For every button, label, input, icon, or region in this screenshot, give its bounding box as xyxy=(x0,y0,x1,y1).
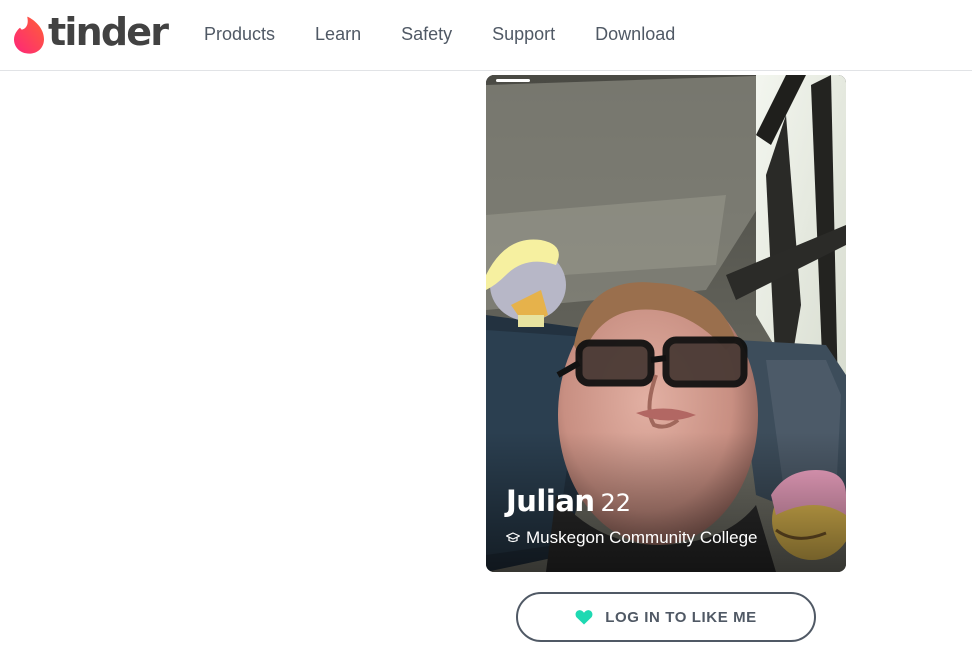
nav-products[interactable]: Products xyxy=(204,24,275,45)
nav-support[interactable]: Support xyxy=(492,24,555,45)
heart-icon xyxy=(575,610,593,625)
brand-wordmark: tinder xyxy=(48,10,169,54)
login-to-like-button[interactable]: LOG IN TO LIKE ME xyxy=(516,592,816,642)
nav-download[interactable]: Download xyxy=(595,24,675,45)
site-header: tinder Products Learn Safety Support Dow… xyxy=(0,0,972,71)
photo-progress-indicator xyxy=(496,79,530,82)
login-button-label: LOG IN TO LIKE ME xyxy=(605,608,757,626)
profile-school-row: Muskegon Community College xyxy=(506,528,758,548)
profile-name: Julian xyxy=(506,484,595,518)
profile-name-row: Julian 22 xyxy=(506,484,631,518)
graduation-cap-icon xyxy=(506,532,520,543)
main-nav: Products Learn Safety Support Download xyxy=(204,0,715,68)
profile-school: Muskegon Community College xyxy=(526,528,758,547)
profile-age: 22 xyxy=(600,489,632,517)
profile-card[interactable]: Julian 22 Muskegon Community College xyxy=(486,75,846,572)
flame-icon xyxy=(14,16,44,54)
tinder-logo[interactable]: tinder xyxy=(13,10,169,56)
nav-safety[interactable]: Safety xyxy=(401,24,452,45)
nav-learn[interactable]: Learn xyxy=(315,24,361,45)
